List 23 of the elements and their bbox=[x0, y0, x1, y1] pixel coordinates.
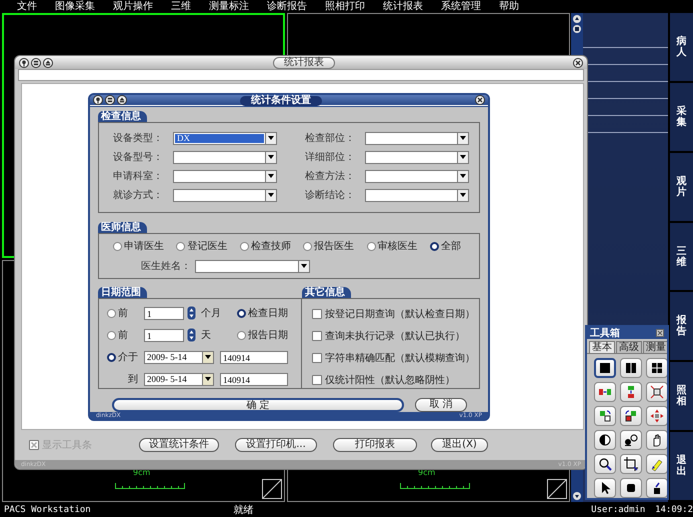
panel-title: 工具箱 bbox=[590, 327, 620, 340]
field-label: 检查部位： bbox=[304, 132, 356, 145]
window-title: 统计报表 bbox=[273, 57, 335, 69]
field-label: 申请科室： bbox=[113, 170, 164, 183]
field-label: 医生姓名： bbox=[141, 260, 191, 273]
unit-label: 天 bbox=[200, 329, 212, 342]
group-legend: 其它信息 bbox=[302, 287, 351, 298]
clock: 14:09:2 bbox=[655, 504, 693, 514]
group-legend: 医师信息 bbox=[98, 222, 147, 233]
unit-label: 个月 bbox=[200, 307, 222, 320]
field-label: 检查方法： bbox=[304, 170, 356, 183]
group-legend: 日期范围 bbox=[98, 287, 147, 298]
dialog-title: 统计条件设置 bbox=[240, 96, 322, 106]
field-label: 详细部位： bbox=[304, 150, 356, 164]
field-label: 设备类型： bbox=[113, 132, 164, 145]
app-name: PACS Workstation bbox=[4, 504, 92, 514]
field-label: 到 bbox=[127, 373, 139, 386]
field-label: 诊断结论： bbox=[304, 188, 356, 202]
user-label: User:admin bbox=[591, 504, 646, 514]
group-legend: 检查信息 bbox=[98, 111, 147, 122]
field-label: 设备型号： bbox=[113, 150, 164, 164]
field-label: 就诊方式： bbox=[113, 188, 164, 202]
status-text: 就绪 bbox=[234, 504, 255, 516]
